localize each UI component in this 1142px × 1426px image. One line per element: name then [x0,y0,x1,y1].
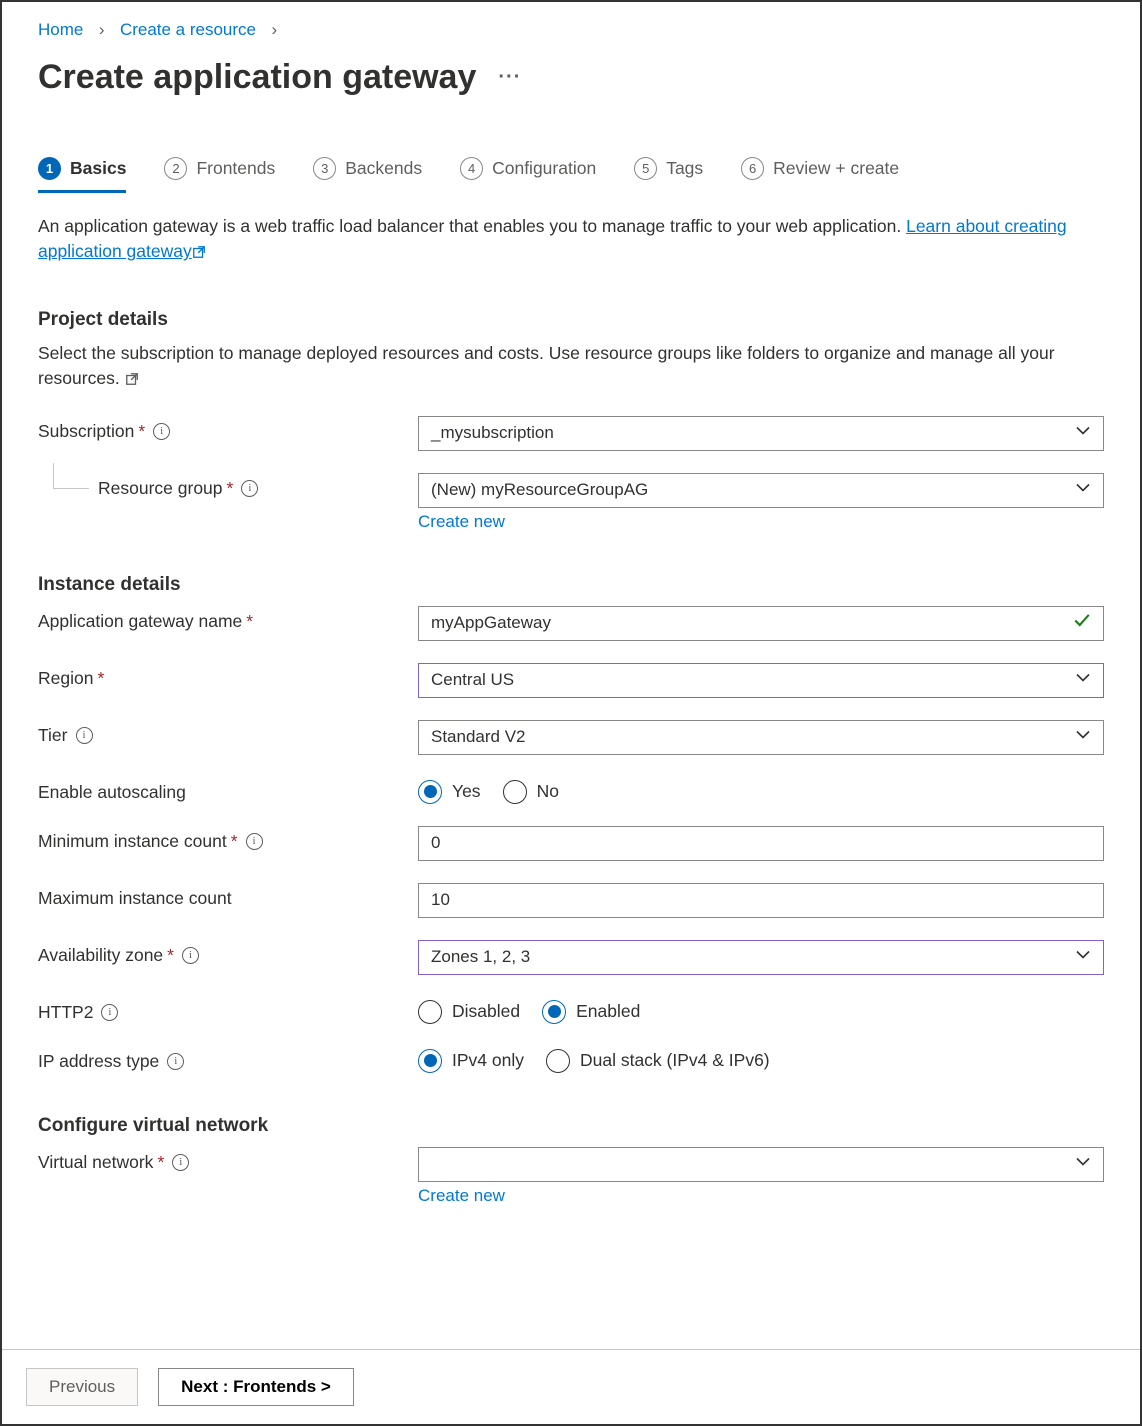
tab-basics[interactable]: 1 Basics [38,157,126,193]
autoscaling-no-radio[interactable]: No [503,780,559,804]
chevron-down-icon [1075,670,1091,691]
label-resource-group: Resource group* i [38,473,418,499]
availability-zone-dropdown[interactable]: Zones 1, 2, 3 [418,940,1104,975]
info-icon[interactable]: i [153,423,170,440]
section-heading-project: Project details [38,309,1104,331]
tab-review-create[interactable]: 6 Review + create [741,157,899,193]
label-subscription: Subscription* i [38,416,418,442]
chevron-down-icon [1075,1154,1091,1175]
radio-icon [418,1000,442,1024]
info-icon[interactable]: i [182,947,199,964]
section-heading-vnet: Configure virtual network [38,1115,1104,1137]
info-icon[interactable]: i [241,480,258,497]
http2-enabled-radio[interactable]: Enabled [542,1000,640,1024]
resource-group-dropdown[interactable]: (New) myResourceGroupAG [418,473,1104,508]
step-number-icon: 2 [164,157,187,180]
chevron-right-icon: › [94,20,109,39]
check-icon [1073,612,1091,635]
region-dropdown[interactable]: Central US [418,663,1104,698]
tab-configuration[interactable]: 4 Configuration [460,157,596,193]
next-button[interactable]: Next : Frontends > [158,1368,354,1406]
label-max-instance: Maximum instance count [38,883,418,909]
max-instance-input[interactable]: 10 [418,883,1104,918]
tier-dropdown[interactable]: Standard V2 [418,720,1104,755]
ip-type-radio-group: IPv4 only Dual stack (IPv4 & IPv6) [418,1046,1104,1073]
more-icon[interactable]: ··· [498,66,521,89]
subscription-dropdown[interactable]: _mysubscription [418,416,1104,451]
label-tier: Tier i [38,720,418,746]
tree-line-icon [53,463,89,489]
external-link-icon [125,368,139,393]
http2-disabled-radio[interactable]: Disabled [418,1000,520,1024]
chevron-down-icon [1075,727,1091,748]
chevron-right-icon: › [267,20,277,39]
info-icon[interactable]: i [172,1154,189,1171]
previous-button: Previous [26,1368,138,1406]
label-app-gateway-name: Application gateway name* [38,606,418,632]
radio-icon [546,1049,570,1073]
wizard-tabs: 1 Basics 2 Frontends 3 Backends 4 Config… [38,157,1104,194]
app-gateway-name-input[interactable]: myAppGateway [418,606,1104,641]
create-new-vnet-link[interactable]: Create new [418,1186,505,1206]
breadcrumb: Home › Create a resource › [38,20,1104,40]
chevron-down-icon [1075,423,1091,444]
tab-frontends[interactable]: 2 Frontends [164,157,275,193]
label-http2: HTTP2 i [38,997,418,1023]
virtual-network-dropdown[interactable] [418,1147,1104,1182]
ip-type-dual-radio[interactable]: Dual stack (IPv4 & IPv6) [546,1049,770,1073]
info-icon[interactable]: i [167,1053,184,1070]
min-instance-input[interactable]: 0 [418,826,1104,861]
label-ip-type: IP address type i [38,1046,418,1072]
autoscaling-radio-group: Yes No [418,777,1104,804]
step-number-icon: 4 [460,157,483,180]
autoscaling-yes-radio[interactable]: Yes [418,780,481,804]
breadcrumb-create-resource[interactable]: Create a resource [120,20,256,39]
radio-icon [542,1000,566,1024]
radio-icon [503,780,527,804]
label-region: Region* [38,663,418,689]
step-number-icon: 6 [741,157,764,180]
section-heading-instance: Instance details [38,574,1104,596]
tab-label: Configuration [492,158,596,179]
ip-type-v4-radio[interactable]: IPv4 only [418,1049,524,1073]
tab-tags[interactable]: 5 Tags [634,157,703,193]
wizard-footer: Previous Next : Frontends > [2,1349,1140,1424]
step-number-icon: 5 [634,157,657,180]
step-number-icon: 3 [313,157,336,180]
radio-icon [418,780,442,804]
info-icon[interactable]: i [76,727,93,744]
create-new-rg-link[interactable]: Create new [418,512,505,532]
http2-radio-group: Disabled Enabled [418,997,1104,1024]
chevron-down-icon [1075,947,1091,968]
external-link-icon [192,241,206,266]
intro-text: An application gateway is a web traffic … [38,214,1104,267]
tab-label: Basics [70,158,126,179]
radio-icon [418,1049,442,1073]
info-icon[interactable]: i [101,1004,118,1021]
tab-label: Tags [666,158,703,179]
step-number-icon: 1 [38,157,61,180]
label-autoscaling: Enable autoscaling [38,777,418,803]
chevron-down-icon [1075,480,1091,501]
tab-label: Frontends [196,158,275,179]
page-title: Create application gateway ··· [38,58,1104,97]
section-desc-project: Select the subscription to manage deploy… [38,341,1104,394]
info-icon[interactable]: i [246,833,263,850]
tab-backends[interactable]: 3 Backends [313,157,422,193]
label-virtual-network: Virtual network* i [38,1147,418,1173]
breadcrumb-home[interactable]: Home [38,20,83,39]
tab-label: Backends [345,158,422,179]
tab-label: Review + create [773,158,899,179]
label-min-instance: Minimum instance count* i [38,826,418,852]
label-availability-zone: Availability zone* i [38,940,418,966]
